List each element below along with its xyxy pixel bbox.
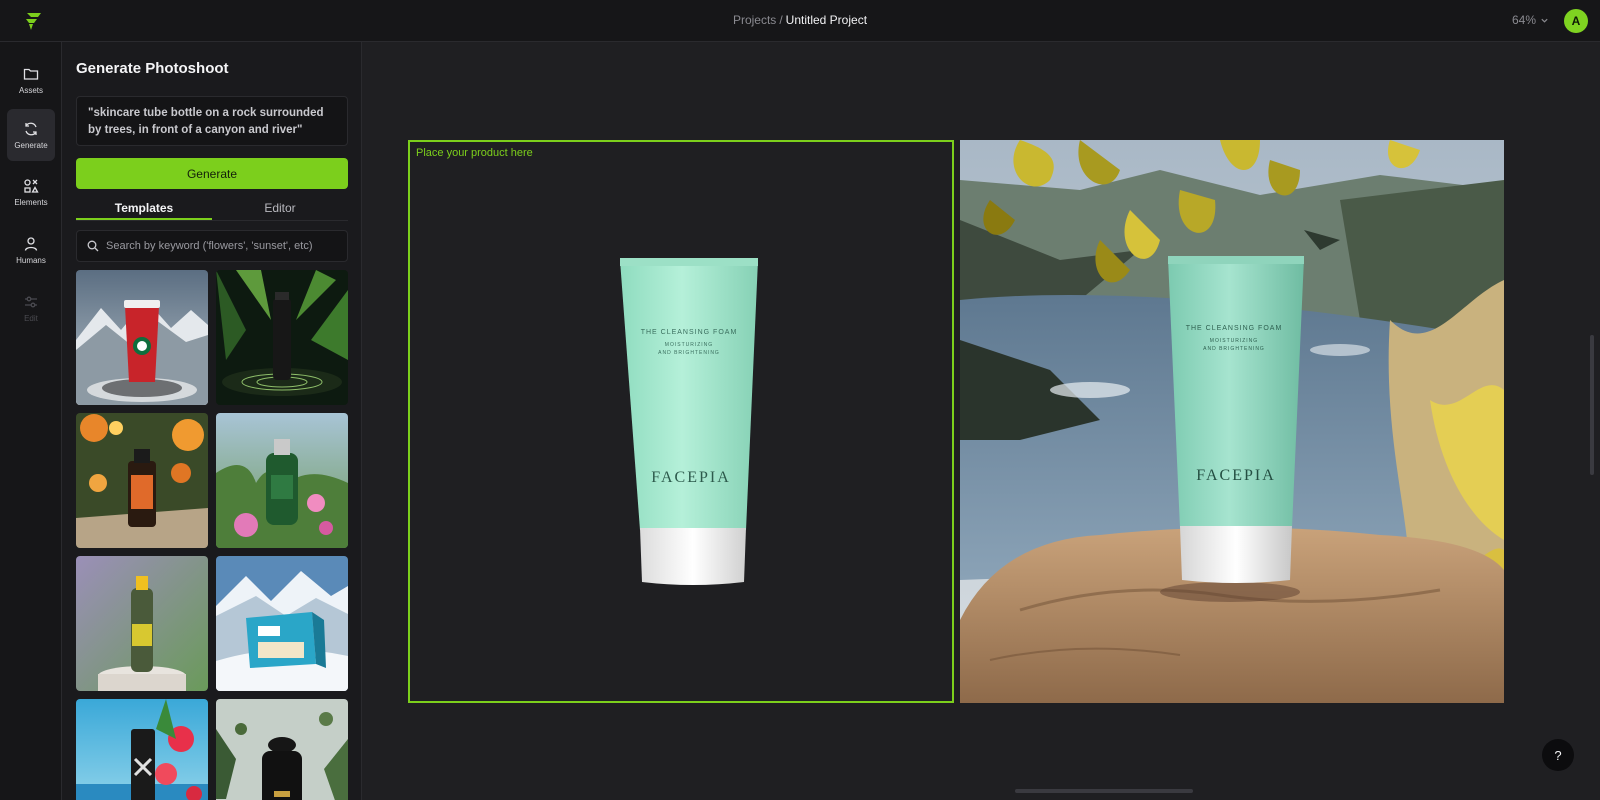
- search-input[interactable]: [106, 240, 336, 252]
- person-icon: [24, 236, 38, 251]
- result-product-name-label: THE CLEANSING FOAM: [1186, 325, 1283, 332]
- vertical-scrollbar[interactable]: [1590, 335, 1594, 475]
- rail-label-edit: Edit: [24, 313, 38, 323]
- top-bar: Projects / Untitled Project 64% A: [0, 0, 1600, 42]
- result-product-sub-label-2: AND BRIGHTENING: [1203, 346, 1265, 352]
- product-drop-zone[interactable]: Place your product here THE CLEANSING FO…: [408, 140, 954, 703]
- rail-item-generate[interactable]: Generate: [7, 109, 55, 161]
- product-sub-label-2: AND BRIGHTENING: [658, 350, 720, 356]
- result-product-brand-label: FACEPIA: [1196, 467, 1276, 484]
- template-image: [76, 699, 208, 800]
- template-thumb-perfume[interactable]: [216, 699, 348, 800]
- rail-item-edit: Edit: [7, 282, 55, 334]
- product-brand-label: FACEPIA: [651, 469, 731, 486]
- template-thumb-red-cup[interactable]: [76, 270, 208, 405]
- rail-label-assets: Assets: [18, 85, 43, 95]
- product-image[interactable]: THE CLEANSING FOAM MOISTURIZING AND BRIG…: [410, 142, 956, 705]
- generate-button[interactable]: Generate: [76, 158, 348, 189]
- refresh-icon: [25, 122, 37, 135]
- template-thumb-dark-bottle[interactable]: [216, 270, 348, 405]
- prompt-textarea[interactable]: "skincare tube bottle on a rock surround…: [76, 96, 348, 146]
- user-avatar[interactable]: A: [1564, 9, 1588, 33]
- zoom-level: 64%: [1512, 13, 1537, 27]
- search-icon: [87, 240, 99, 252]
- template-thumb-green-bottle[interactable]: [216, 413, 348, 548]
- breadcrumb-separator: /: [779, 13, 783, 27]
- rail-label-humans: Humans: [16, 255, 46, 265]
- template-thumb-amber-bottle[interactable]: [76, 413, 208, 548]
- product-sub-label-1: MOISTURIZING: [665, 342, 713, 348]
- shapes-icon: [24, 178, 39, 193]
- template-image: [216, 699, 348, 800]
- tab-editor[interactable]: Editor: [212, 198, 348, 220]
- template-thumb-water-bottle[interactable]: [76, 556, 208, 691]
- result-product-sub-label-1: MOISTURIZING: [1210, 338, 1258, 344]
- template-image: [216, 270, 348, 405]
- panel-tabs: Templates Editor: [76, 198, 348, 221]
- template-thumb-beach-bottle[interactable]: [76, 699, 208, 800]
- breadcrumb-projects[interactable]: Projects: [733, 13, 776, 27]
- template-image: [76, 556, 208, 691]
- rail-label-elements: Elements: [14, 197, 48, 207]
- generate-panel: Generate Photoshoot "skincare tube bottl…: [62, 42, 362, 800]
- rail-item-humans[interactable]: Humans: [7, 224, 55, 276]
- left-rail: Assets Generate Elements Humans Edit: [0, 42, 62, 800]
- chevron-down-icon: [1541, 18, 1548, 23]
- folder-icon: [23, 68, 39, 80]
- zoom-dropdown[interactable]: 64%: [1512, 13, 1549, 27]
- rail-item-elements[interactable]: Elements: [7, 166, 55, 218]
- breadcrumb: Projects / Untitled Project: [0, 13, 1600, 27]
- tab-templates[interactable]: Templates: [76, 198, 212, 220]
- generated-photo: THE CLEANSING FOAM MOISTURIZING AND BRIG…: [960, 140, 1504, 703]
- breadcrumb-current-project[interactable]: Untitled Project: [786, 13, 867, 27]
- template-image: [216, 413, 348, 548]
- help-button[interactable]: ?: [1542, 739, 1574, 771]
- template-image: [216, 556, 348, 691]
- product-name-label: THE CLEANSING FOAM: [641, 329, 738, 336]
- horizontal-scrollbar[interactable]: [1015, 789, 1193, 793]
- panel-title: Generate Photoshoot: [76, 60, 229, 77]
- rail-label-generate: Generate: [14, 140, 48, 150]
- template-thumb-snow-box[interactable]: [216, 556, 348, 691]
- template-image: [76, 413, 208, 548]
- template-search: [76, 230, 348, 262]
- template-image: [76, 270, 208, 405]
- rail-item-assets[interactable]: Assets: [7, 54, 55, 106]
- sliders-icon: [25, 296, 37, 307]
- generated-result[interactable]: THE CLEANSING FOAM MOISTURIZING AND BRIG…: [960, 140, 1504, 703]
